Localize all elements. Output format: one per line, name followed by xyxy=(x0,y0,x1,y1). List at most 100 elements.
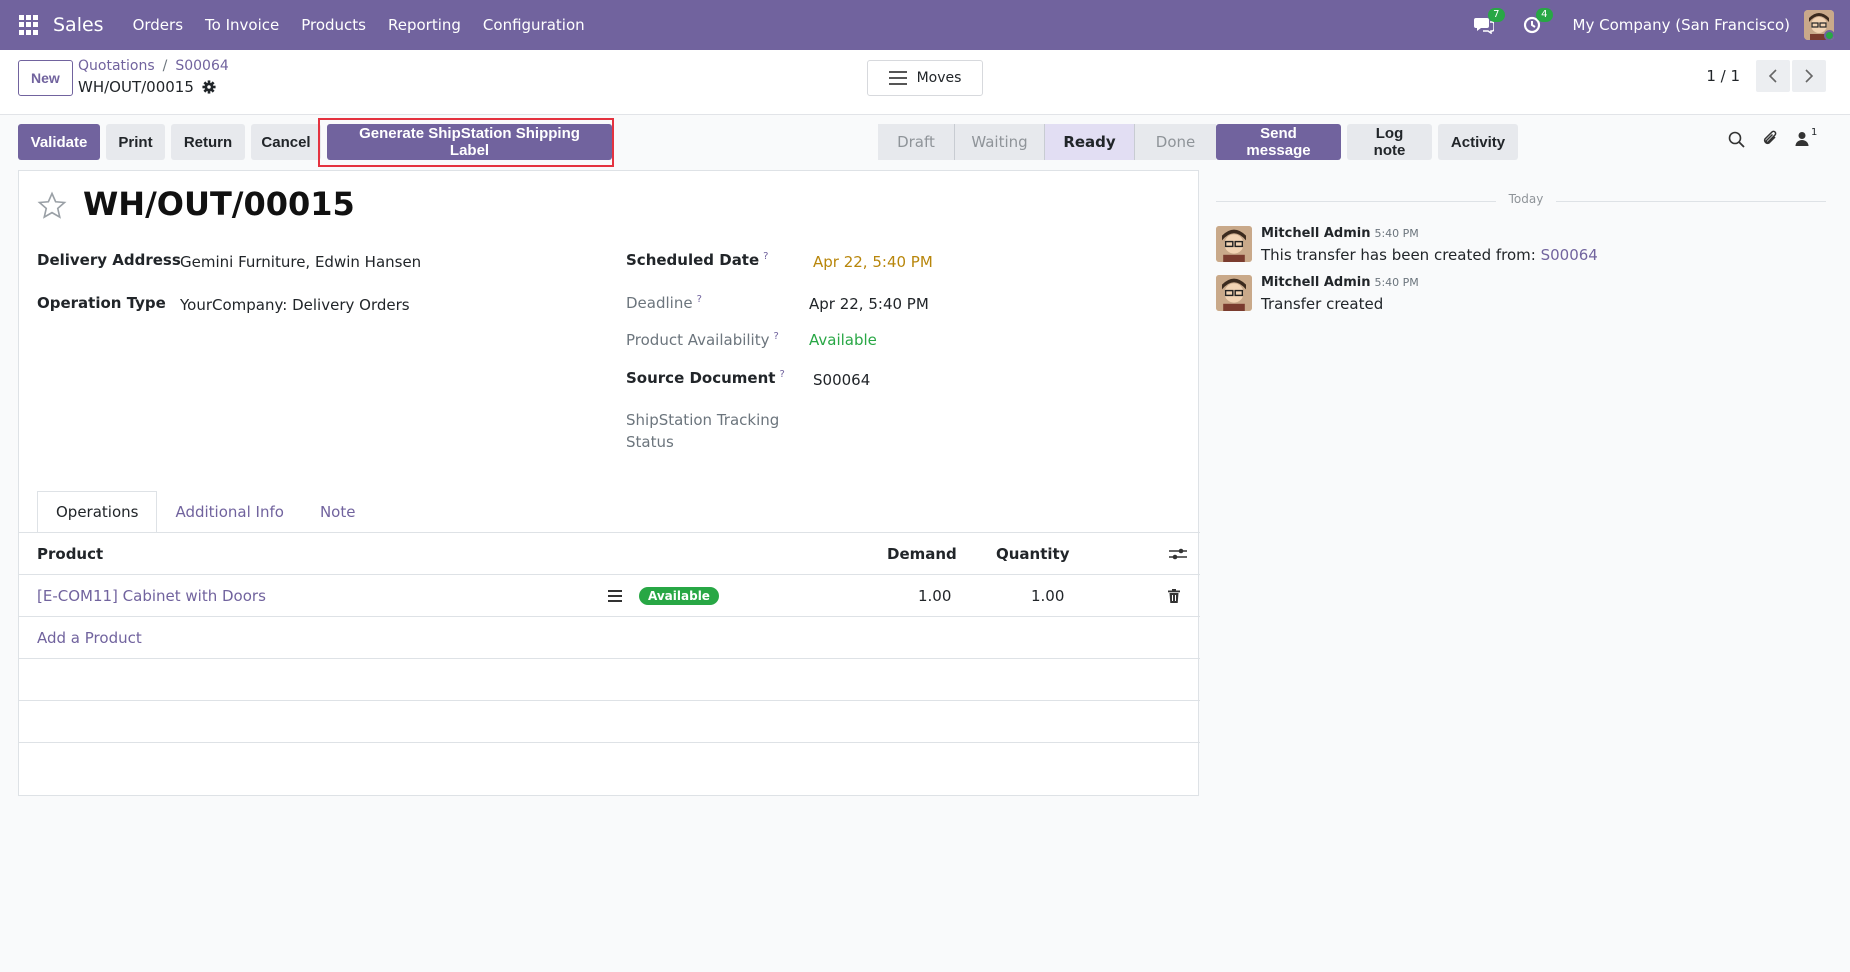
availability-status-badge: Available xyxy=(639,575,719,617)
author-avatar[interactable] xyxy=(1216,226,1252,262)
product-availability-label: Product Availability? xyxy=(626,331,779,349)
search-icon[interactable] xyxy=(1728,131,1745,148)
menu-reporting[interactable]: Reporting xyxy=(388,16,461,34)
record-name-text: WH/OUT/00015 xyxy=(78,78,194,96)
stage-ready[interactable]: Ready xyxy=(1044,124,1134,160)
operation-type-value[interactable]: YourCompany: Delivery Orders xyxy=(180,296,410,314)
delivery-address-label: Delivery Address xyxy=(37,251,181,269)
star-icon[interactable] xyxy=(37,191,67,221)
message-body: This transfer has been created from: S00… xyxy=(1261,246,1598,264)
user-avatar[interactable] xyxy=(1804,10,1834,40)
validate-button[interactable]: Validate xyxy=(18,124,100,160)
stage-waiting[interactable]: Waiting xyxy=(954,124,1044,160)
scheduled-date-label: Scheduled Date? xyxy=(626,251,769,269)
message-source-link[interactable]: S00064 xyxy=(1541,246,1598,264)
list-icon xyxy=(608,590,622,602)
tab-additional-info[interactable]: Additional Info xyxy=(157,491,301,533)
control-panel: New Quotations / S00064 WH/OUT/00015 Moves… xyxy=(0,50,1850,115)
add-product-link[interactable]: Add a Product xyxy=(37,617,142,659)
moves-label: Moves xyxy=(916,70,962,86)
product-availability-value: Available xyxy=(809,331,877,349)
message-body: Transfer created xyxy=(1261,295,1384,313)
menu-configuration[interactable]: Configuration xyxy=(483,16,585,34)
chevron-right-icon xyxy=(1805,69,1814,83)
date-separator: Today xyxy=(1216,192,1826,210)
menu-to-invoice[interactable]: To Invoice xyxy=(205,16,279,34)
new-button[interactable]: New xyxy=(18,60,73,96)
delete-row-button[interactable] xyxy=(1168,575,1180,617)
table-row[interactable]: [E-COM11] Cabinet with Doors Available 1… xyxy=(19,575,1200,617)
user-icon xyxy=(1795,132,1809,146)
activities-button[interactable]: 4 xyxy=(1519,8,1553,38)
followers-button[interactable]: 1 xyxy=(1795,127,1817,147)
avatar-face-icon xyxy=(1216,275,1252,311)
author-avatar[interactable] xyxy=(1216,275,1252,311)
shipstation-tracking-status-label: ShipStation Tracking Status xyxy=(626,411,780,451)
sliders-icon xyxy=(1169,548,1187,560)
column-header-demand[interactable]: Demand xyxy=(887,533,957,575)
activity-button[interactable]: Activity xyxy=(1438,124,1518,160)
record-title: WH/OUT/00015 xyxy=(83,185,355,223)
current-record-name: WH/OUT/00015 xyxy=(78,78,216,96)
deadline-value[interactable]: Apr 22, 5:40 PM xyxy=(809,295,929,313)
deadline-label: Deadline? xyxy=(626,294,702,312)
quantity-cell[interactable]: 1.00 xyxy=(1031,575,1064,617)
pager: 1 / 1 xyxy=(1706,60,1826,92)
chatter-actions: Send message Log note Activity xyxy=(1216,124,1518,160)
chatter-message: Mitchell Admin 5:40 PM This transfer has … xyxy=(1216,226,1816,266)
trash-icon xyxy=(1168,589,1180,603)
breadcrumb-quotations[interactable]: Quotations xyxy=(78,58,155,74)
print-button[interactable]: Print xyxy=(106,124,165,160)
status-bar: Draft Waiting Ready Done xyxy=(878,124,1216,160)
demand-cell[interactable]: 1.00 xyxy=(918,575,951,617)
source-document-value[interactable]: S00064 xyxy=(813,371,870,389)
chevron-left-icon xyxy=(1768,69,1777,83)
chatter-message: Mitchell Admin 5:40 PM Transfer created xyxy=(1216,275,1816,315)
chatter-toolbar: 1 xyxy=(1728,127,1817,148)
cancel-button[interactable]: Cancel xyxy=(251,124,321,160)
moves-smart-button[interactable]: Moves xyxy=(867,60,983,96)
messages-button[interactable]: 7 xyxy=(1471,8,1505,38)
send-message-button[interactable]: Send message xyxy=(1216,124,1341,160)
top-navbar: Sales Orders To Invoice Products Reporti… xyxy=(0,0,1850,50)
pager-next-button[interactable] xyxy=(1792,60,1826,92)
operations-table: Product Demand Quantity [E-COM11] Cabine… xyxy=(19,533,1200,743)
stage-draft[interactable]: Draft xyxy=(878,124,954,160)
gear-icon[interactable] xyxy=(202,80,216,94)
pager-previous-button[interactable] xyxy=(1756,60,1790,92)
message-author: Mitchell Admin 5:40 PM xyxy=(1261,275,1419,290)
table-header-row: Product Demand Quantity xyxy=(19,533,1200,575)
tab-operations[interactable]: Operations xyxy=(37,491,158,533)
scheduled-date-value[interactable]: Apr 22, 5:40 PM xyxy=(813,253,933,271)
apps-grid-icon[interactable] xyxy=(19,15,39,35)
delivery-address-value[interactable]: Gemini Furniture, Edwin Hansen xyxy=(180,253,421,271)
column-header-quantity[interactable]: Quantity xyxy=(996,533,1070,575)
menu-products[interactable]: Products xyxy=(301,16,366,34)
app-name[interactable]: Sales xyxy=(53,14,104,36)
online-status-dot xyxy=(1824,30,1834,40)
paperclip-icon[interactable] xyxy=(1761,130,1779,148)
messages-count-badge: 7 xyxy=(1488,8,1505,22)
avatar-face-icon xyxy=(1216,226,1252,262)
followers-count: 1 xyxy=(1811,127,1818,138)
operation-type-label: Operation Type xyxy=(37,294,166,312)
column-header-product[interactable]: Product xyxy=(37,533,103,575)
menu-orders[interactable]: Orders xyxy=(133,16,183,34)
empty-row xyxy=(19,659,1200,701)
breadcrumb: Quotations / S00064 xyxy=(78,58,229,74)
tab-note[interactable]: Note xyxy=(302,491,374,533)
stage-done[interactable]: Done xyxy=(1134,124,1216,160)
form-sheet: WH/OUT/00015 Delivery Address Gemini Fur… xyxy=(18,170,1200,796)
move-details-button[interactable] xyxy=(608,575,622,617)
optional-columns-toggle[interactable] xyxy=(1169,533,1187,575)
company-switcher[interactable]: My Company (San Francisco) xyxy=(1573,16,1790,34)
log-note-button[interactable]: Log note xyxy=(1347,124,1432,160)
breadcrumb-sale-order[interactable]: S00064 xyxy=(175,58,228,74)
activities-count-badge: 4 xyxy=(1536,8,1553,22)
message-author: Mitchell Admin 5:40 PM xyxy=(1261,226,1419,241)
add-product-row: Add a Product xyxy=(19,617,1200,659)
list-icon xyxy=(888,71,907,85)
return-button[interactable]: Return xyxy=(171,124,245,160)
product-link[interactable]: [E-COM11] Cabinet with Doors xyxy=(37,575,266,617)
pager-value[interactable]: 1 / 1 xyxy=(1706,67,1740,85)
